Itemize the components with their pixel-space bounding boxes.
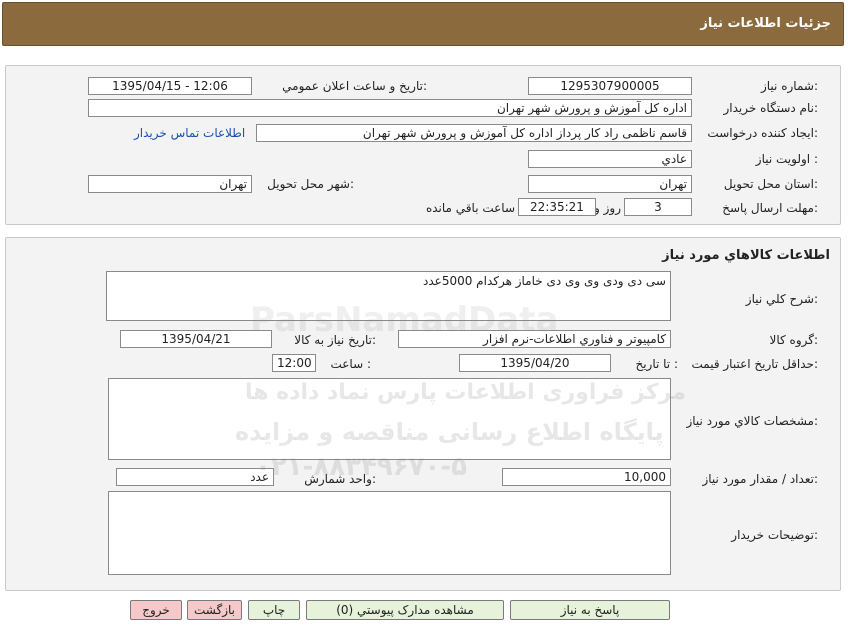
- province-label: استان محل تحويل:: [723, 177, 818, 191]
- time-left-field: 22:35:21: [518, 198, 596, 216]
- goods-section-title: اطلاعات کالاهاي مورد نياز: [662, 248, 830, 263]
- days-field: 3: [624, 198, 692, 216]
- reply-button[interactable]: پاسخ به نياز: [510, 600, 670, 620]
- print-button[interactable]: چاپ: [248, 600, 300, 620]
- specs-label: مشخصات کالاي مورد نياز:: [686, 414, 818, 428]
- summary-field: سی دی ودی وی وی دی خاماز هرکدام 5000عدد: [106, 271, 671, 321]
- hour-field: 12:00: [272, 354, 316, 372]
- buyer-notes-field: [108, 491, 671, 575]
- hour-label: ساعت :: [330, 357, 371, 371]
- buyer-org-field: اداره کل آموزش و پرورش شهر تهران: [88, 99, 692, 117]
- time-left-label: ساعت باقي مانده: [425, 201, 515, 215]
- to-date-label: تا تاريخ :: [635, 357, 678, 371]
- page-header: جزئیات اطلاعات نیاز: [2, 2, 844, 46]
- specs-field: [108, 378, 671, 460]
- goods-group-field: کامپيوتر و فناوري اطلاعات-نرم افزار: [398, 330, 671, 348]
- need-number-field: 1295307900005: [528, 77, 692, 95]
- exit-button[interactable]: خروج: [130, 600, 182, 620]
- to-date-field: 1395/04/20: [459, 354, 611, 372]
- priority-label: اولويت نياز :: [755, 152, 818, 166]
- unit-field: عدد: [116, 468, 274, 486]
- goods-group-label: گروه کالا:: [769, 333, 819, 347]
- summary-label: شرح کلي نياز:: [745, 292, 818, 306]
- need-info-panel: شماره نیاز: 1295307900005 تاریخ و ساعت ا…: [5, 65, 841, 225]
- buyer-notes-label: توضيحات خريدار:: [731, 528, 818, 542]
- goods-panel: اطلاعات کالاهاي مورد نياز شرح کلي نياز: …: [5, 237, 841, 591]
- province-field: تهران: [528, 175, 692, 193]
- attachments-button[interactable]: مشاهده مدارک پيوستي (0): [306, 600, 504, 620]
- priority-field: عادي: [528, 150, 692, 168]
- days-unit-label: روز و: [594, 201, 621, 215]
- buyer-contact-link[interactable]: اطلاعات تماس خريدار: [134, 126, 245, 140]
- need-date-label: تاريخ نياز به کالا:: [294, 333, 376, 347]
- page-title: جزئیات اطلاعات نیاز: [700, 16, 831, 31]
- announce-field: 1395/04/15 - 12:06: [88, 77, 252, 95]
- need-number-label: شماره نیاز:: [760, 79, 818, 93]
- need-date-field: 1395/04/21: [120, 330, 272, 348]
- buyer-org-label: نام دستگاه خريدار:: [723, 101, 819, 115]
- qty-field: 10,000: [502, 468, 671, 486]
- creator-label: ايجاد کننده درخواست:: [707, 126, 818, 140]
- qty-label: تعداد / مقدار مورد نياز:: [702, 472, 818, 486]
- announce-label: تاریخ و ساعت اعلان عمومي:: [282, 79, 427, 93]
- min-validity-label: حداقل تاريخ اعتبار قيمت:: [691, 357, 818, 371]
- city-label: شهر محل تحويل:: [267, 177, 354, 191]
- deadline-label: مهلت ارسال پاسخ:: [722, 201, 818, 215]
- back-button[interactable]: بازگشت: [187, 600, 242, 620]
- city-field: تهران: [88, 175, 252, 193]
- creator-field: قاسم ناظمی راد کار پرداز اداره کل آموزش …: [256, 124, 692, 142]
- unit-label: واحد شمارش:: [304, 472, 376, 486]
